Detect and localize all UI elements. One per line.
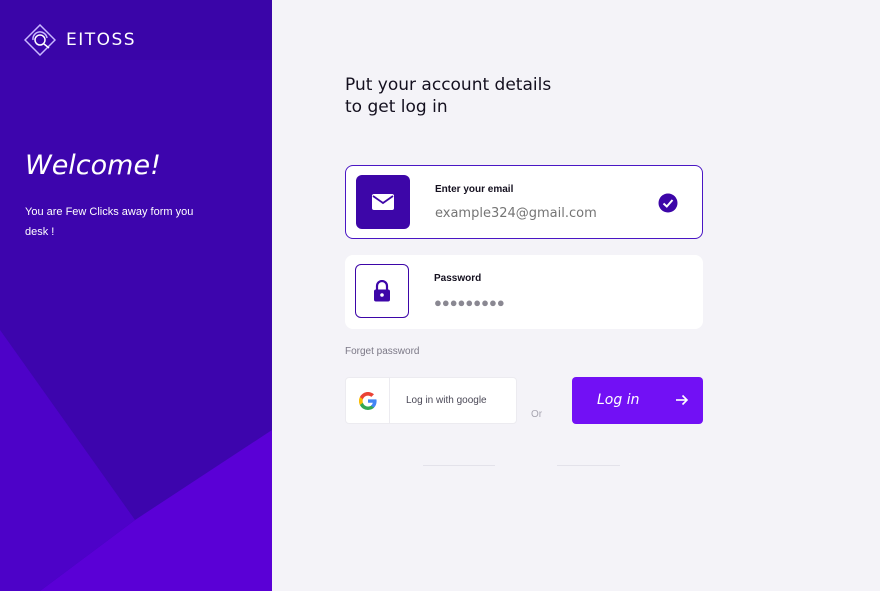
form-heading-line2: to get log in bbox=[345, 97, 448, 117]
check-circle-icon bbox=[658, 193, 678, 213]
google-icon-box bbox=[346, 378, 390, 423]
login-button[interactable]: Log in bbox=[572, 377, 703, 424]
or-separator: Or bbox=[531, 409, 543, 420]
envelope-icon bbox=[372, 194, 394, 210]
form-heading: Put your account details to get log in bbox=[345, 74, 585, 118]
welcome-tagline: You are Few Clicks away form you desk ! bbox=[25, 206, 194, 238]
google-login-button[interactable]: Log in with google bbox=[345, 377, 517, 424]
email-label: Enter your email bbox=[435, 184, 514, 195]
form-heading-line1: Put your account details bbox=[345, 75, 552, 95]
password-input[interactable]: ●●●●●●●●● bbox=[434, 295, 505, 310]
password-icon-box bbox=[355, 264, 409, 318]
google-login-label: Log in with google bbox=[406, 395, 487, 406]
password-field[interactable]: Password ●●●●●●●●● bbox=[345, 255, 703, 329]
email-icon-box bbox=[356, 175, 410, 229]
lock-icon bbox=[374, 280, 390, 302]
google-icon bbox=[358, 391, 377, 410]
divider-right bbox=[557, 465, 620, 466]
background-shapes bbox=[0, 60, 272, 591]
welcome-heading: Welcome! bbox=[25, 150, 161, 181]
divider-left bbox=[423, 465, 495, 466]
forgot-password-link[interactable]: Forget password bbox=[345, 346, 419, 357]
email-input[interactable] bbox=[435, 206, 635, 221]
brand-name: EITOSS bbox=[66, 30, 137, 50]
login-button-label: Log in bbox=[597, 392, 640, 408]
arrow-right-icon bbox=[676, 394, 689, 406]
diamond-swirl-logo-icon bbox=[24, 24, 56, 56]
sidebar-panel: EITOSS Welcome! You are Few Clicks away … bbox=[0, 0, 272, 591]
password-label: Password bbox=[434, 273, 482, 284]
email-field[interactable]: Enter your email bbox=[345, 165, 703, 239]
brand[interactable]: EITOSS bbox=[24, 24, 136, 56]
